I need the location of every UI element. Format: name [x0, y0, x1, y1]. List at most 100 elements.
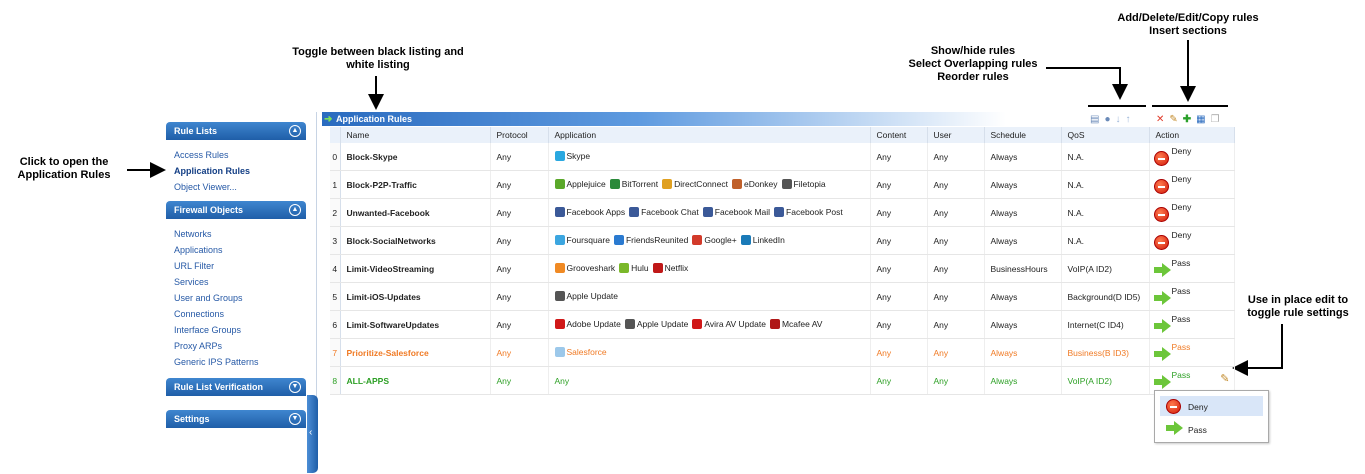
rule-application[interactable]: Apple Update [548, 282, 871, 311]
rule-index[interactable]: 0 [330, 143, 341, 171]
rule-action[interactable]: Pass [1149, 282, 1235, 311]
move-up-icon[interactable]: ↑ [1126, 114, 1131, 125]
header-name[interactable]: Name [340, 127, 491, 143]
rule-application[interactable]: Skype [548, 143, 871, 171]
rule-schedule[interactable]: Always [984, 366, 1062, 395]
action-cell[interactable]: Deny [1150, 143, 1234, 170]
chevron-up-icon[interactable]: ▲ [289, 204, 301, 216]
rule-name[interactable]: Block-P2P-Traffic [340, 170, 491, 199]
move-down-icon[interactable]: ↓ [1116, 114, 1121, 125]
rule-schedule[interactable]: Always [984, 143, 1062, 171]
rule-content[interactable]: Any [870, 254, 928, 283]
rule-application[interactable]: Any [548, 366, 871, 395]
inline-edit-icon[interactable]: ✎ [1220, 372, 1229, 385]
rule-application[interactable]: Salesforce [548, 338, 871, 367]
rule-qos[interactable]: Internet(C ID4) [1061, 310, 1150, 339]
header-action[interactable]: Action [1149, 127, 1235, 143]
rule-protocol[interactable]: Any [490, 143, 549, 171]
add-icon[interactable]: ✚ [1183, 114, 1191, 125]
rule-user[interactable]: Any [927, 338, 985, 367]
sidebar-head-settings[interactable]: Settings ▼ [166, 410, 306, 428]
rule-protocol[interactable]: Any [490, 338, 549, 367]
dropdown-option-pass[interactable]: Pass [1160, 419, 1263, 439]
rule-application[interactable]: Grooveshark Hulu Netflix [548, 254, 871, 283]
action-cell[interactable]: Pass [1150, 255, 1234, 282]
rule-schedule[interactable]: Always [984, 310, 1062, 339]
sidebar-item-url-filter[interactable]: URL Filter [174, 258, 306, 274]
sidebar-item-application-rules[interactable]: Application Rules [174, 163, 306, 179]
sidebar-head-rule-list-verification[interactable]: Rule List Verification ▼ [166, 378, 306, 396]
sidebar-head-firewall-objects[interactable]: Firewall Objects ▲ [166, 201, 306, 219]
rule-content[interactable]: Any [870, 198, 928, 227]
rule-user[interactable]: Any [927, 282, 985, 311]
rule-content[interactable]: Any [870, 338, 928, 367]
rule-content[interactable]: Any [870, 282, 928, 311]
rule-name[interactable]: Limit-VideoStreaming [340, 254, 491, 283]
rule-user[interactable]: Any [927, 254, 985, 283]
sidebar-item-connections[interactable]: Connections [174, 306, 306, 322]
rule-index[interactable]: 5 [330, 282, 341, 311]
rule-name[interactable]: Limit-SoftwareUpdates [340, 310, 491, 339]
rule-protocol[interactable]: Any [490, 310, 549, 339]
rule-schedule[interactable]: BusinessHours [984, 254, 1062, 283]
table-row[interactable]: 1 Block-P2P-Traffic Any Applejuice BitTorren… [330, 170, 1235, 199]
header-schedule[interactable]: Schedule [984, 127, 1062, 143]
rule-qos[interactable]: N.A. [1061, 226, 1150, 255]
table-row[interactable]: 6 Limit-SoftwareUpdates Any Adobe Update App… [330, 310, 1235, 339]
rule-qos[interactable]: N.A. [1061, 170, 1150, 199]
rule-index[interactable]: 8 [330, 366, 341, 395]
rule-protocol[interactable]: Any [490, 366, 549, 395]
table-row[interactable]: 7 Prioritize-Salesforce Any Salesforce Any An… [330, 338, 1235, 367]
rule-action[interactable]: Pass [1149, 310, 1235, 339]
rule-name[interactable]: Prioritize-Salesforce [340, 338, 491, 367]
rule-qos[interactable]: VoIP(A ID2) [1061, 254, 1150, 283]
dropdown-option-deny[interactable]: Deny [1160, 396, 1263, 416]
rule-content[interactable]: Any [870, 310, 928, 339]
edit-icon[interactable]: ✎ [1169, 114, 1177, 125]
rule-application[interactable]: Applejuice BitTorrent DirectConnect eDonkey… [548, 170, 871, 199]
rule-application[interactable]: Facebook Apps Facebook Chat Facebook Mail F… [548, 198, 871, 227]
table-row[interactable]: 2 Unwanted-Facebook Any Facebook Apps Facebo… [330, 198, 1235, 227]
rule-schedule[interactable]: Always [984, 198, 1062, 227]
rule-qos[interactable]: N.A. [1061, 143, 1150, 171]
rule-schedule[interactable]: Always [984, 226, 1062, 255]
rule-protocol[interactable]: Any [490, 198, 549, 227]
sidebar-item-object-viewer[interactable]: Object Viewer... [174, 179, 306, 195]
delete-icon[interactable]: ✕ [1156, 114, 1164, 125]
rule-qos[interactable]: Background(D ID5) [1061, 282, 1150, 311]
rule-name[interactable]: Limit-iOS-Updates [340, 282, 491, 311]
sidebar-item-interface-groups[interactable]: Interface Groups [174, 322, 306, 338]
rule-content[interactable]: Any [870, 143, 928, 171]
chevron-down-icon[interactable]: ▼ [289, 413, 301, 425]
sidebar-head-rule-lists[interactable]: Rule Lists ▲ [166, 122, 306, 140]
rule-name[interactable]: ALL-APPS [340, 366, 491, 395]
header-protocol[interactable]: Protocol [490, 127, 549, 143]
rule-content[interactable]: Any [870, 170, 928, 199]
sidebar-item-networks[interactable]: Networks [174, 226, 306, 242]
header-user[interactable]: User [927, 127, 985, 143]
rule-action[interactable]: Deny [1149, 143, 1235, 171]
rule-index[interactable]: 2 [330, 198, 341, 227]
rule-index[interactable]: 1 [330, 170, 341, 199]
action-cell[interactable]: Deny [1150, 227, 1234, 254]
header-qos[interactable]: QoS [1061, 127, 1150, 143]
rule-qos[interactable]: Business(B ID3) [1061, 338, 1150, 367]
action-cell[interactable]: Pass [1150, 311, 1234, 338]
header-application[interactable]: Application [548, 127, 871, 143]
table-row[interactable]: 0 Block-Skype Any Skype Any Any Always N.A. Deny [330, 143, 1235, 171]
rule-protocol[interactable]: Any [490, 170, 549, 199]
rule-schedule[interactable]: Always [984, 338, 1062, 367]
rule-action[interactable]: Deny [1149, 226, 1235, 255]
overlapping-rules-icon[interactable]: ● [1104, 114, 1110, 125]
chevron-up-icon[interactable]: ▲ [289, 125, 301, 137]
copy-icon[interactable]: ❐ [1211, 114, 1220, 125]
sidebar-item-access-rules[interactable]: Access Rules [174, 147, 306, 163]
action-cell[interactable]: Deny [1150, 199, 1234, 226]
action-cell[interactable]: Deny [1150, 171, 1234, 198]
rule-application[interactable]: Foursquare FriendsReunited Google+ LinkedIn [548, 226, 871, 255]
rule-user[interactable]: Any [927, 170, 985, 199]
rule-user[interactable]: Any [927, 366, 985, 395]
sidebar-item-proxy-arps[interactable]: Proxy ARPs [174, 338, 306, 354]
rule-protocol[interactable]: Any [490, 254, 549, 283]
rule-index[interactable]: 7 [330, 338, 341, 367]
